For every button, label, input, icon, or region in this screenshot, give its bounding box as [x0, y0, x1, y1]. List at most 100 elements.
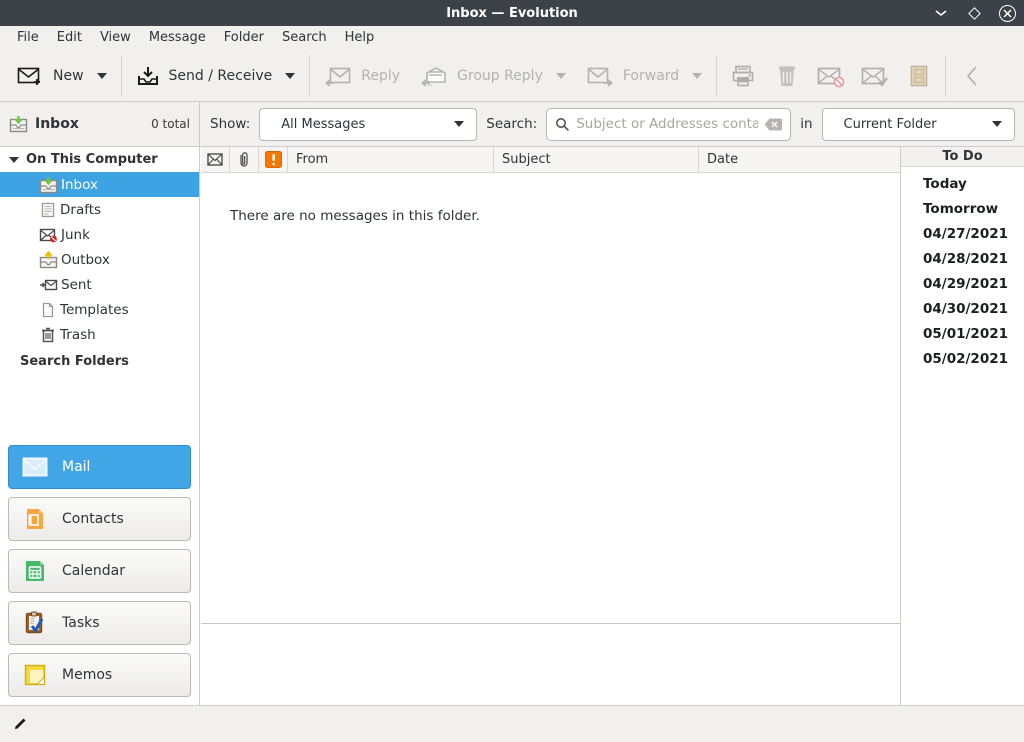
- maximize-button[interactable]: [965, 4, 983, 22]
- message-count: 0 total: [151, 117, 190, 131]
- menu-file[interactable]: File: [8, 26, 48, 50]
- todo-item-date[interactable]: 04/30/2021: [901, 297, 1024, 322]
- search-label: Search:: [486, 116, 537, 132]
- maximize-icon: [968, 7, 981, 20]
- switcher-tasks-button[interactable]: Tasks: [8, 601, 191, 645]
- minimize-button[interactable]: [932, 4, 950, 22]
- send-receive-button[interactable]: Send / Receive: [126, 55, 306, 97]
- forward-label: Forward: [623, 68, 679, 84]
- search-icon: [555, 117, 570, 132]
- menu-message[interactable]: Message: [140, 26, 215, 50]
- send-receive-label: Send / Receive: [169, 68, 273, 84]
- inbox-title-icon: [9, 115, 28, 133]
- column-subject[interactable]: Subject: [494, 147, 699, 172]
- switcher-mail-button[interactable]: Mail: [8, 445, 191, 489]
- sidebar-item-inbox[interactable]: Inbox: [0, 172, 199, 197]
- inbox-icon: [39, 176, 58, 194]
- menu-folder[interactable]: Folder: [215, 26, 273, 50]
- group-reply-label: Group Reply: [457, 68, 543, 84]
- close-icon: [999, 5, 1016, 22]
- clear-search-icon[interactable]: [764, 118, 782, 131]
- archive-button[interactable]: [897, 55, 941, 97]
- forward-icon: [586, 64, 614, 88]
- search-input[interactable]: [576, 116, 758, 132]
- group-reply-icon: [420, 64, 448, 88]
- send-receive-dropdown-arrow[interactable]: [285, 73, 295, 79]
- sidebar-item-sent[interactable]: Sent: [0, 272, 199, 297]
- todo-item-date[interactable]: 04/27/2021: [901, 222, 1024, 247]
- delete-button[interactable]: [765, 55, 809, 97]
- menu-view[interactable]: View: [91, 26, 140, 50]
- junk-button[interactable]: [809, 55, 853, 97]
- todo-item-date[interactable]: 05/02/2021: [901, 347, 1024, 372]
- menu-edit[interactable]: Edit: [48, 26, 91, 50]
- sidebar-item-search-folders[interactable]: Search Folders: [0, 347, 199, 369]
- back-button[interactable]: [950, 55, 994, 97]
- column-important[interactable]: [259, 147, 288, 172]
- new-dropdown-arrow[interactable]: [97, 73, 107, 79]
- trash-icon: [39, 326, 57, 344]
- new-button[interactable]: New: [6, 55, 117, 97]
- print-button[interactable]: [721, 55, 765, 97]
- menu-help[interactable]: Help: [336, 26, 384, 50]
- message-list-header: From Subject Date: [201, 147, 900, 173]
- switcher-contacts-button[interactable]: Contacts: [8, 497, 191, 541]
- switcher-label: Memos: [62, 667, 112, 683]
- column-attachment[interactable]: [230, 147, 259, 172]
- account-root-label: On This Computer: [26, 152, 158, 167]
- group-reply-button[interactable]: Group Reply: [410, 55, 576, 97]
- search-scope-dropdown[interactable]: Current Folder: [822, 108, 1016, 141]
- column-status[interactable]: [201, 147, 230, 172]
- switcher-label: Calendar: [62, 563, 125, 579]
- not-junk-button[interactable]: [853, 55, 897, 97]
- sidebar-item-label: Drafts: [60, 202, 101, 218]
- sidebar-item-label: Inbox: [61, 177, 98, 193]
- sidebar-item-templates[interactable]: Templates: [0, 297, 199, 322]
- switcher-memos-button[interactable]: Memos: [8, 653, 191, 697]
- menubar: File Edit View Message Folder Search Hel…: [0, 26, 1024, 50]
- close-button[interactable]: [998, 4, 1016, 22]
- show-filter-dropdown[interactable]: All Messages: [259, 108, 477, 141]
- switcher-calendar-button[interactable]: Calendar: [8, 549, 191, 593]
- reply-button[interactable]: Reply: [314, 55, 410, 97]
- filter-controls: Show: All Messages Search: in Current Fo…: [201, 102, 1024, 146]
- todo-item-date[interactable]: 04/29/2021: [901, 272, 1024, 297]
- back-icon: [964, 63, 980, 89]
- minimize-icon: [934, 9, 948, 17]
- sidebar-item-outbox[interactable]: Outbox: [0, 247, 199, 272]
- new-label: New: [53, 68, 84, 84]
- column-from[interactable]: From: [288, 147, 494, 172]
- todo-item-today[interactable]: Today: [901, 172, 1024, 197]
- todo-panel: To Do Today Tomorrow 04/27/2021 04/28/20…: [900, 147, 1024, 705]
- junk-icon: [816, 63, 846, 89]
- forward-dropdown-arrow[interactable]: [692, 73, 702, 79]
- todo-item-date[interactable]: 04/28/2021: [901, 247, 1024, 272]
- memos-icon: [22, 662, 48, 688]
- search-scope-value: Current Folder: [844, 117, 937, 132]
- outbox-icon: [39, 251, 58, 269]
- group-reply-dropdown-arrow[interactable]: [556, 73, 566, 79]
- not-junk-icon: [860, 63, 890, 89]
- menu-search[interactable]: Search: [273, 26, 336, 50]
- expander-icon[interactable]: [9, 157, 19, 163]
- search-box[interactable]: [546, 108, 791, 141]
- tasks-icon: [22, 610, 48, 636]
- forward-button[interactable]: Forward: [576, 55, 712, 97]
- window-controls: [932, 0, 1016, 26]
- templates-icon: [39, 301, 57, 319]
- view-switcher: Mail Contacts: [8, 445, 191, 697]
- sidebar-item-label: Outbox: [61, 252, 110, 268]
- main-area: On This Computer Inbox Drafts: [0, 147, 1024, 705]
- sidebar-item-trash[interactable]: Trash: [0, 322, 199, 347]
- account-root[interactable]: On This Computer: [0, 147, 199, 172]
- todo-item-tomorrow[interactable]: Tomorrow: [901, 197, 1024, 222]
- todo-item-date[interactable]: 05/01/2021: [901, 322, 1024, 347]
- mail-icon: [22, 454, 48, 480]
- sidebar-item-drafts[interactable]: Drafts: [0, 197, 199, 222]
- status-bar: [0, 705, 1024, 742]
- sidebar-item-junk[interactable]: Junk: [0, 222, 199, 247]
- window-title: Inbox — Evolution: [446, 6, 578, 21]
- sidebar-item-label: Junk: [61, 227, 90, 243]
- column-date[interactable]: Date: [699, 147, 900, 172]
- send-receive-icon: [136, 64, 160, 88]
